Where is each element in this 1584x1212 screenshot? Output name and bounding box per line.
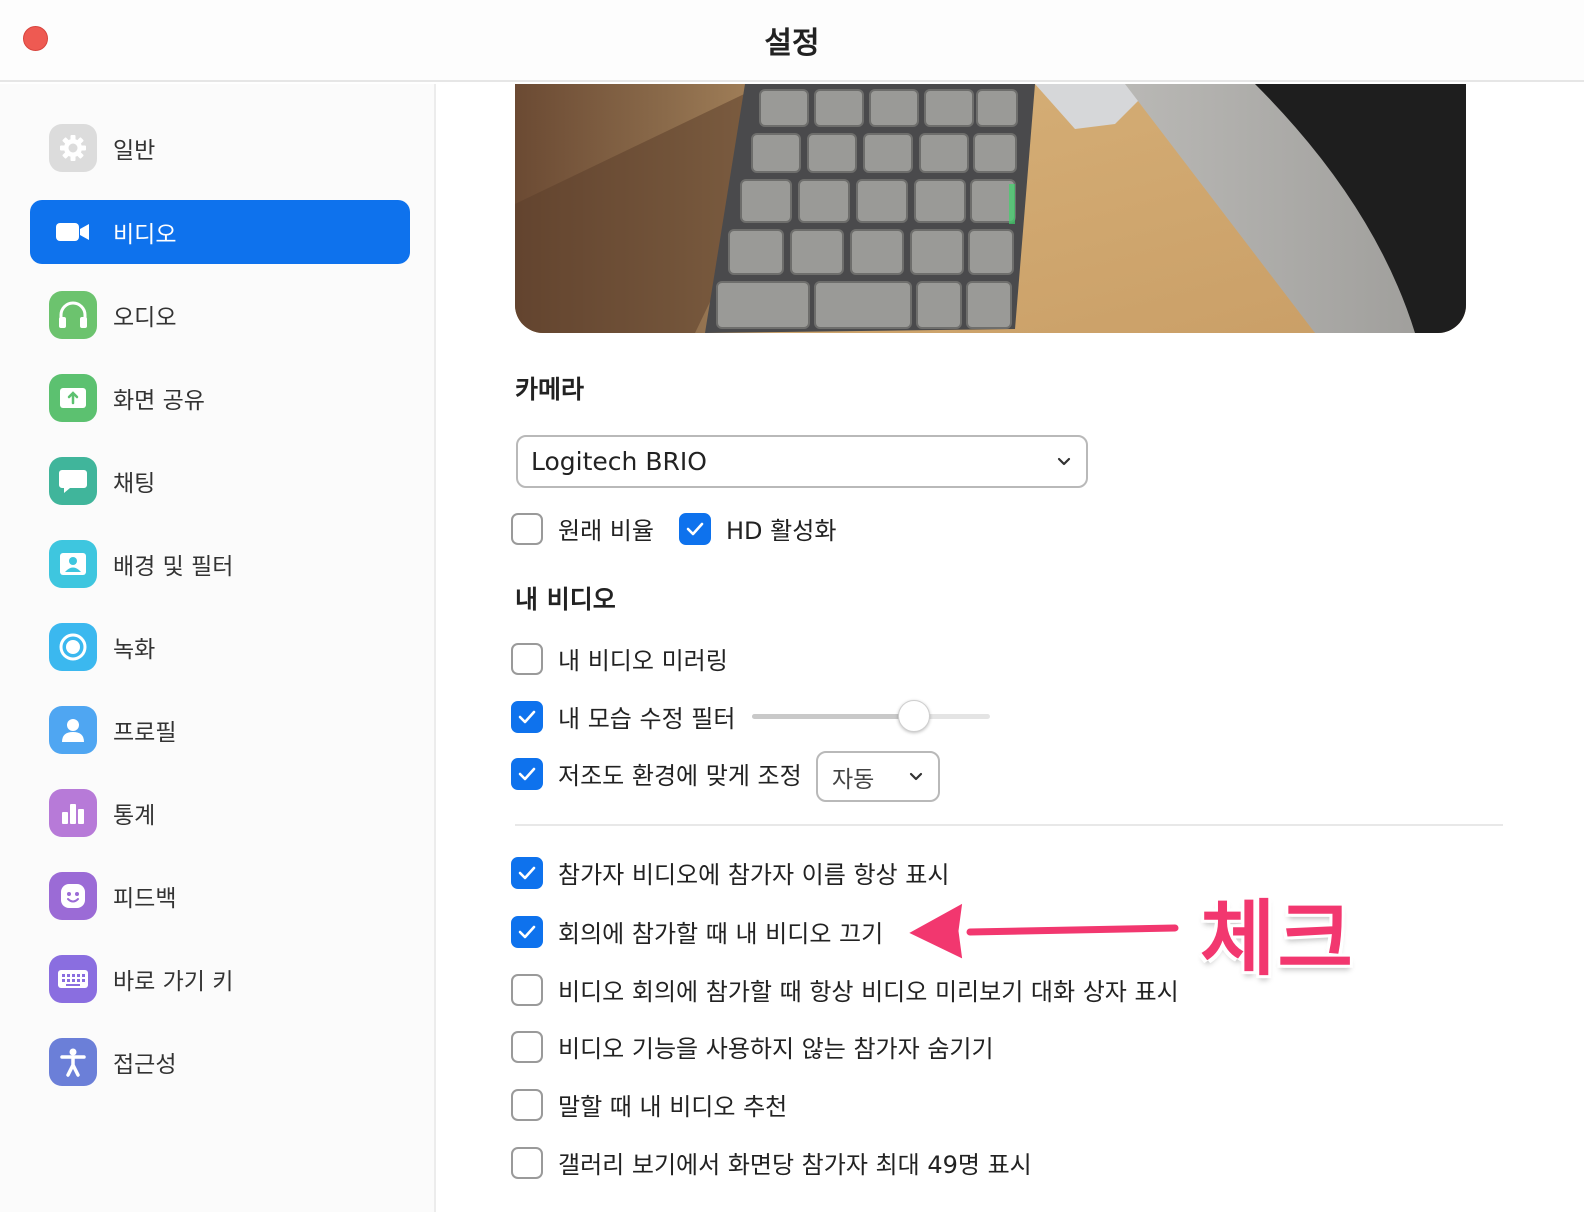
always-show-names-checkbox[interactable] — [511, 856, 543, 889]
annotation-arrow-icon — [904, 899, 1181, 963]
low-light-option[interactable]: 저조도 환경에 맞게 조정 — [511, 756, 802, 791]
low-light-label: 저조도 환경에 맞게 조정 — [558, 762, 802, 790]
sidebar-item-statistics[interactable]: 통계 — [30, 781, 410, 845]
touch-up-option[interactable]: 내 모습 수정 필터 — [511, 699, 735, 734]
turn-off-video-on-join-option[interactable]: 회의에 참가할 때 내 비디오 끄기 — [511, 914, 883, 949]
sidebar-item-label: 통계 — [113, 803, 156, 829]
chevron-down-icon — [909, 772, 923, 780]
bar-chart-icon — [49, 789, 97, 837]
sidebar-item-label: 채팅 — [113, 471, 156, 497]
title-bar: 설정 — [0, 0, 1584, 82]
touch-up-checkbox[interactable] — [511, 700, 543, 733]
sidebar-item-general[interactable]: 일반 — [30, 116, 410, 180]
low-light-mode-value: 자동 — [832, 766, 875, 793]
section-divider — [515, 824, 1503, 826]
screen-share-icon — [49, 374, 97, 422]
chevron-down-icon — [1057, 457, 1071, 465]
spotlight-when-speaking-label: 말할 때 내 비디오 추천 — [558, 1093, 788, 1121]
original-ratio-label: 원래 비율 — [558, 517, 654, 545]
sidebar-item-chat[interactable]: 채팅 — [30, 449, 410, 513]
chat-bubble-icon — [49, 457, 97, 505]
gear-icon — [49, 124, 97, 172]
annotation-label: 체크 — [1200, 892, 1355, 987]
sidebar-item-audio[interactable]: 오디오 — [30, 283, 410, 347]
camera-preview — [515, 84, 1466, 333]
checkmark-icon — [518, 767, 536, 780]
sidebar-item-screen-share[interactable]: 화면 공유 — [30, 366, 410, 430]
camera-heading: 카메라 — [515, 375, 585, 404]
sidebar-item-label: 바로 가기 키 — [113, 969, 234, 995]
sidebar-item-profile[interactable]: 프로필 — [30, 698, 410, 762]
profile-icon — [49, 706, 97, 754]
hide-non-video-participants-option[interactable]: 비디오 기능을 사용하지 않는 참가자 숨기기 — [511, 1029, 994, 1064]
gallery-49-participants-label: 갤러리 보기에서 화면당 참가자 최대 49명 표시 — [558, 1151, 1032, 1179]
spotlight-when-speaking-option[interactable]: 말할 때 내 비디오 추천 — [511, 1087, 787, 1122]
sidebar-item-feedback[interactable]: 피드백 — [30, 864, 410, 928]
sidebar-item-label: 일반 — [113, 138, 156, 164]
original-ratio-option[interactable]: 원래 비율 — [511, 511, 654, 546]
sidebar-item-label: 배경 및 필터 — [113, 554, 234, 580]
video-preview-dialog-checkbox[interactable] — [511, 973, 543, 1006]
hd-option[interactable]: HD 활성화 — [679, 511, 836, 546]
background-portrait-icon — [49, 540, 97, 588]
gallery-49-participants-checkbox[interactable] — [511, 1146, 543, 1179]
always-show-names-option[interactable]: 참가자 비디오에 참가자 이름 항상 표시 — [511, 855, 949, 890]
checkmark-icon — [518, 710, 536, 723]
camera-select[interactable]: Logitech BRIO — [516, 435, 1088, 488]
always-show-names-label: 참가자 비디오에 참가자 이름 항상 표시 — [558, 861, 950, 889]
spotlight-when-speaking-checkbox[interactable] — [511, 1088, 543, 1121]
camera-preview-image — [515, 84, 1466, 333]
touch-up-label: 내 모습 수정 필터 — [558, 705, 736, 733]
record-icon — [49, 623, 97, 671]
low-light-checkbox[interactable] — [511, 757, 543, 790]
sidebar-item-label: 피드백 — [113, 886, 177, 912]
settings-sidebar: 일반 비디오 오디오 화면 공유 채팅 배경 및 필터 녹화 프로필 통계 피드… — [0, 84, 436, 1212]
sidebar-item-label: 접근성 — [113, 1052, 177, 1078]
sidebar-item-background-filters[interactable]: 배경 및 필터 — [30, 532, 410, 596]
hide-non-video-participants-checkbox[interactable] — [511, 1030, 543, 1063]
keyboard-icon — [49, 955, 97, 1003]
turn-off-video-on-join-label: 회의에 참가할 때 내 비디오 끄기 — [558, 920, 884, 948]
checkmark-icon — [518, 866, 536, 879]
sidebar-item-shortcuts[interactable]: 바로 가기 키 — [30, 947, 410, 1011]
video-preview-dialog-label: 비디오 회의에 참가할 때 항상 비디오 미리보기 대화 상자 표시 — [558, 978, 1179, 1006]
headphones-icon — [49, 291, 97, 339]
video-preview-dialog-option[interactable]: 비디오 회의에 참가할 때 항상 비디오 미리보기 대화 상자 표시 — [511, 972, 1179, 1007]
mirror-video-label: 내 비디오 미러링 — [558, 647, 728, 675]
checkmark-icon — [686, 522, 704, 535]
my-video-heading: 내 비디오 — [515, 585, 616, 614]
sidebar-item-label: 오디오 — [113, 305, 177, 331]
sidebar-item-video[interactable]: 비디오 — [30, 200, 410, 264]
video-settings-panel: 카메라 Logitech BRIO 원래 비율 HD 활성화 내 비디오 내 비… — [438, 84, 1584, 1212]
sidebar-item-accessibility[interactable]: 접근성 — [30, 1030, 410, 1094]
touch-up-slider-thumb[interactable] — [897, 700, 930, 732]
smiley-icon — [49, 872, 97, 920]
hide-non-video-participants-label: 비디오 기능을 사용하지 않는 참가자 숨기기 — [558, 1035, 994, 1063]
accessibility-icon — [49, 1038, 97, 1086]
original-ratio-checkbox[interactable] — [511, 512, 543, 545]
gallery-49-participants-option[interactable]: 갤러리 보기에서 화면당 참가자 최대 49명 표시 — [511, 1145, 1032, 1180]
touch-up-slider[interactable] — [752, 700, 990, 732]
video-camera-icon — [49, 208, 97, 256]
mirror-video-option[interactable]: 내 비디오 미러링 — [511, 641, 728, 676]
low-light-mode-select[interactable]: 자동 — [816, 751, 940, 802]
turn-off-video-on-join-checkbox[interactable] — [511, 915, 543, 948]
sidebar-item-label: 비디오 — [113, 222, 177, 248]
sidebar-item-label: 녹화 — [113, 637, 156, 663]
hd-label: HD 활성화 — [726, 517, 837, 545]
sidebar-item-label: 프로필 — [113, 720, 177, 746]
window-title: 설정 — [764, 26, 820, 61]
checkmark-icon — [518, 925, 536, 938]
mirror-video-checkbox[interactable] — [511, 642, 543, 675]
touch-up-slider-fill — [752, 714, 914, 719]
camera-select-value: Logitech BRIO — [531, 447, 707, 476]
sidebar-item-label: 화면 공유 — [113, 388, 205, 414]
hd-checkbox[interactable] — [679, 512, 711, 545]
sidebar-item-recording[interactable]: 녹화 — [30, 615, 410, 679]
